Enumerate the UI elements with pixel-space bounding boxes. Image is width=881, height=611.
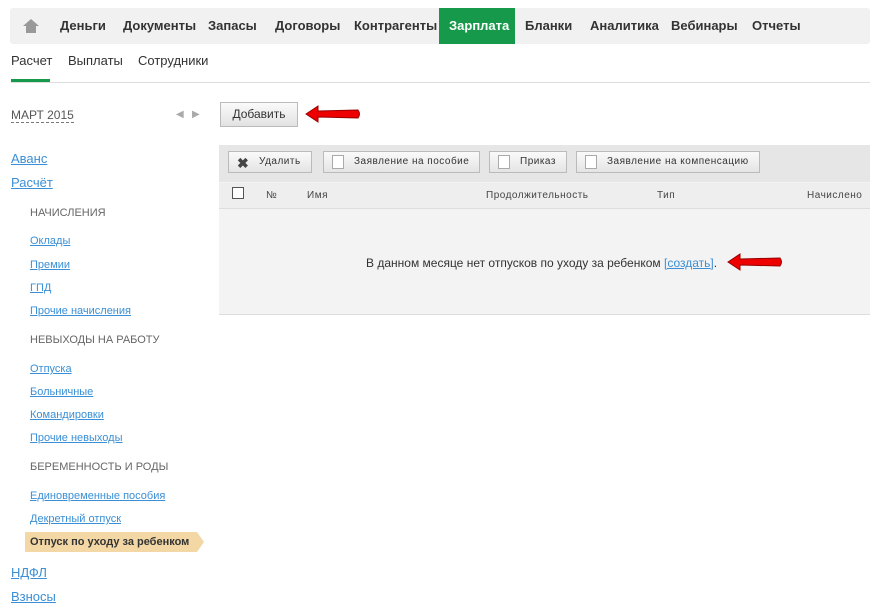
tab-calculation[interactable]: Расчет — [11, 53, 52, 68]
link-gpd[interactable]: ГПД — [30, 282, 51, 294]
leave-table-panel: ✖ Удалить Заявление на пособие Приказ Зая… — [219, 145, 870, 315]
benefit-application-button[interactable]: Заявление на пособие — [323, 151, 481, 173]
nav-forms[interactable]: Бланки — [515, 8, 582, 44]
nav-money[interactable]: Деньги — [50, 8, 116, 44]
active-pointer — [197, 532, 204, 552]
tab-employees[interactable]: Сотрудники — [138, 53, 208, 68]
link-lump-sum-benefits[interactable]: Единовременные пособия — [30, 490, 165, 502]
order-button[interactable]: Приказ — [489, 151, 567, 173]
nav-salary[interactable]: Зарплата — [439, 8, 515, 44]
column-number[interactable]: № — [266, 190, 277, 201]
delete-button[interactable]: ✖ Удалить — [228, 151, 312, 173]
add-button[interactable]: Добавить — [220, 102, 298, 127]
top-navigation: Деньги Документы Запасы Договоры Контраг… — [10, 8, 870, 44]
nav-reports[interactable]: Отчеты — [742, 8, 811, 44]
empty-state-message: В данном месяце нет отпусков по уходу за… — [366, 256, 717, 270]
link-advance[interactable]: Аванс — [11, 151, 47, 166]
nav-webinars[interactable]: Вебинары — [661, 8, 748, 44]
nav-documents[interactable]: Документы — [113, 8, 206, 44]
nav-contractors[interactable]: Контрагенты — [344, 8, 447, 44]
column-duration[interactable]: Продолжительность — [486, 190, 589, 201]
period-selector[interactable]: МАРТ 2015 — [11, 108, 74, 123]
link-salaries[interactable]: Оклады — [30, 235, 70, 247]
column-name[interactable]: Имя — [307, 190, 328, 201]
link-business-trips[interactable]: Командировки — [30, 409, 104, 421]
link-bonuses[interactable]: Премии — [30, 259, 70, 271]
select-all-checkbox[interactable] — [232, 187, 244, 199]
link-vacations[interactable]: Отпуска — [30, 363, 72, 375]
empty-text: В данном месяце нет отпусков по уходу за… — [366, 256, 661, 270]
tab-payments[interactable]: Выплаты — [68, 53, 123, 68]
link-other-accruals[interactable]: Прочие начисления — [30, 305, 131, 317]
compensation-application-button[interactable]: Заявление на компенсацию — [576, 151, 760, 173]
nav-contracts[interactable]: Договоры — [265, 8, 350, 44]
document-icon — [498, 155, 510, 169]
link-ndfl[interactable]: НДФЛ — [11, 565, 47, 580]
document-icon — [332, 155, 344, 169]
home-icon[interactable] — [22, 17, 40, 35]
button-label: Заявление на пособие — [354, 156, 470, 167]
link-other-absences[interactable]: Прочие невыходы — [30, 432, 122, 444]
nav-stock[interactable]: Запасы — [198, 8, 267, 44]
section-absences: НЕВЫХОДЫ НА РАБОТУ — [30, 334, 160, 346]
create-link[interactable]: [создать] — [664, 256, 714, 270]
period-end: . — [713, 256, 718, 270]
button-label: Заявление на компенсацию — [607, 156, 749, 167]
link-maternity-leave[interactable]: Декретный отпуск — [30, 513, 121, 525]
column-type[interactable]: Тип — [657, 190, 675, 201]
divider — [11, 82, 870, 83]
link-calculation[interactable]: Расчёт — [11, 175, 53, 190]
section-accruals: НАЧИСЛЕНИЯ — [30, 207, 106, 219]
close-icon: ✖ — [237, 155, 250, 171]
section-pregnancy: БЕРЕМЕННОСТЬ И РОДЫ — [30, 461, 169, 473]
arrow-annotation-icon — [727, 253, 782, 271]
button-label: Приказ — [520, 156, 556, 167]
nav-analytics[interactable]: Аналитика — [580, 8, 669, 44]
arrow-annotation-icon — [305, 105, 360, 123]
sidebar-item-parental-leave[interactable]: Отпуск по уходу за ребенком — [25, 532, 204, 552]
prev-month-icon[interactable]: ◀ — [176, 109, 184, 120]
button-label: Удалить — [259, 156, 301, 167]
link-sick-leave[interactable]: Больничные — [30, 386, 93, 398]
next-month-icon[interactable]: ▶ — [192, 109, 200, 120]
column-accrued[interactable]: Начислено — [807, 190, 862, 201]
link-contributions[interactable]: Взносы — [11, 589, 56, 604]
document-icon — [585, 155, 597, 169]
sidebar-item-label: Отпуск по уходу за ребенком — [30, 536, 190, 548]
